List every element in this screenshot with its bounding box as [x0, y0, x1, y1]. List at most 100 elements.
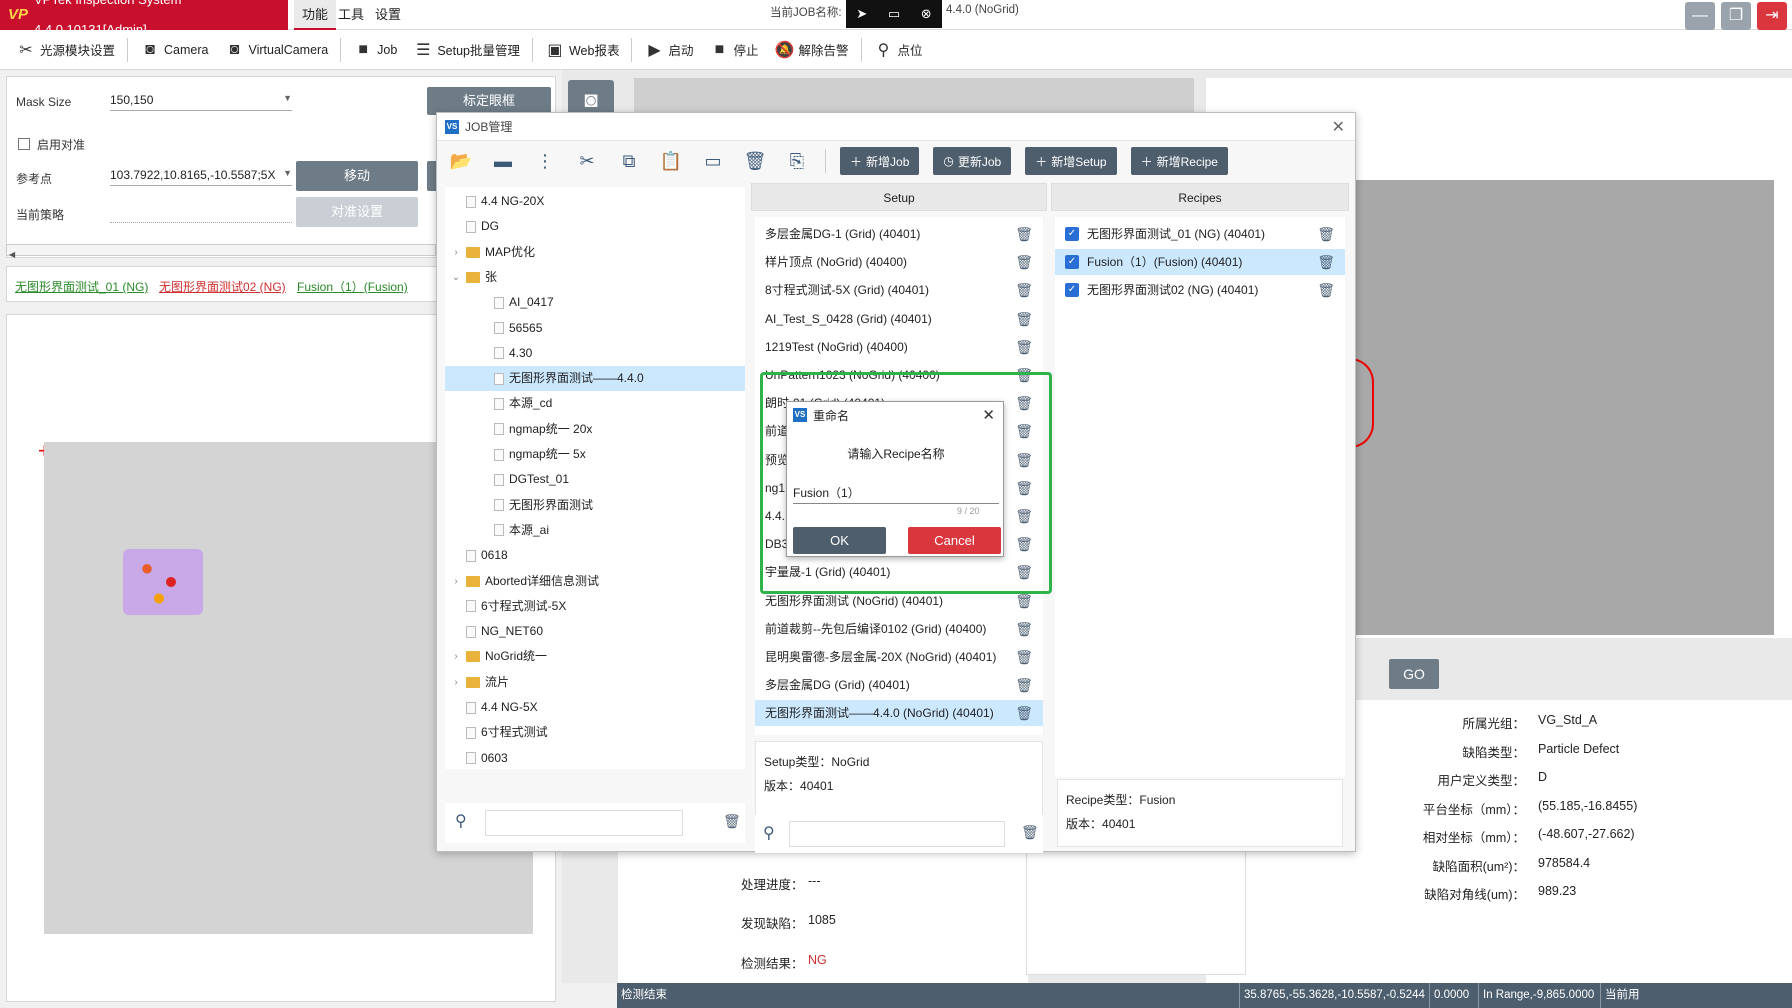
setup-row[interactable]: 8寸程式测试-5X (Grid) (40401) 🗑: [755, 277, 1043, 303]
align-settings-button[interactable]: 对准设置: [296, 197, 418, 227]
tree-node[interactable]: › 流片: [445, 670, 745, 695]
tree-node[interactable]: 4.4 NG-5X: [445, 695, 745, 720]
setup-row[interactable]: 样片顶点 (NoGrid) (40400) 🗑: [755, 249, 1043, 275]
menu-tools[interactable]: 工具: [330, 0, 372, 30]
tree-node[interactable]: › NoGrid统一: [445, 644, 745, 669]
tree-node[interactable]: 6寸程式测试-5X: [445, 594, 745, 619]
tree-node[interactable]: 0603: [445, 746, 745, 769]
delete-icon[interactable]: 🗑: [1015, 249, 1033, 275]
mask-size-select[interactable]: 150,150 ▼: [110, 93, 292, 111]
tree-search-input[interactable]: [485, 810, 683, 836]
setup-search-input[interactable]: [789, 821, 1005, 847]
search-icon[interactable]: ⚲: [763, 823, 775, 843]
update-job-button[interactable]: ◷ 更新Job: [933, 147, 1012, 175]
toolbar-light-module[interactable]: ✂ 光源模块设置: [8, 34, 123, 66]
tree-node[interactable]: NG_NET60: [445, 619, 745, 644]
tree-icon[interactable]: ⋮: [531, 147, 559, 175]
tree-node[interactable]: › Aborted详细信息测试: [445, 569, 745, 594]
delete-icon[interactable]: 🗑: [723, 813, 741, 830]
toolbar-stop[interactable]: ■ 停止: [701, 34, 766, 66]
tree-node[interactable]: 4.30: [445, 341, 745, 366]
setup-row[interactable]: 1219Test (NoGrid) (40400) 🗑: [755, 334, 1043, 360]
toolbar-start[interactable]: ▶ 启动: [636, 34, 701, 66]
delete-icon[interactable]: 🗑: [1317, 249, 1335, 275]
recipe-link-2[interactable]: 无图形界面测试02 (NG): [159, 278, 286, 295]
cancel-button[interactable]: Cancel: [908, 527, 1001, 554]
toolbar-setup-batch[interactable]: ☰ Setup批量管理: [405, 34, 528, 66]
setup-row[interactable]: 前道裁剪--先包后编译0102 (Grid) (40400) 🗑: [755, 616, 1043, 642]
horizontal-scrollbar[interactable]: ◀: [6, 244, 436, 259]
toolbar-location[interactable]: ⚲ 点位: [866, 34, 931, 66]
chevron-down-icon[interactable]: ⌄: [451, 265, 461, 290]
toolbar-web-report[interactable]: ▣ Web报表: [537, 34, 627, 66]
setup-row[interactable]: 多层金属DG (Grid) (40401) 🗑: [755, 672, 1043, 698]
new-setup-button[interactable]: ＋新增Setup: [1025, 147, 1117, 175]
delete-icon[interactable]: 🗑: [1015, 644, 1033, 670]
search-icon[interactable]: ⚲: [455, 811, 467, 831]
enable-align-checkbox[interactable]: [18, 138, 30, 150]
keyboard-icon[interactable]: ▭: [888, 6, 900, 22]
delete-icon[interactable]: 🗑: [1015, 306, 1033, 332]
setup-row[interactable]: 无图形界面测试——4.4.0 (NoGrid) (40401) 🗑: [755, 700, 1043, 727]
setup-row[interactable]: 多层金属DG-1 (Grid) (40401) 🗑: [755, 221, 1043, 247]
tree-node[interactable]: 56565: [445, 316, 745, 341]
ref-point-select[interactable]: 103.7922,10.8165,-10.5587;5X ▼: [110, 168, 292, 186]
move-button[interactable]: 移动: [296, 161, 418, 191]
tree-node[interactable]: › MAP优化: [445, 240, 745, 265]
toolbar-mute-alarm[interactable]: 🔕 解除告警: [767, 34, 857, 66]
toolbar-camera[interactable]: ◙ Camera: [132, 34, 216, 66]
delete-icon[interactable]: 🗑: [1015, 700, 1033, 726]
tree-node[interactable]: 无图形界面测试——4.4.0: [445, 366, 745, 392]
recipe-link-3[interactable]: Fusion（1）(Fusion): [297, 278, 408, 295]
close-remote-icon[interactable]: ⊗: [921, 6, 932, 22]
tree-node[interactable]: 0618: [445, 543, 745, 568]
paste-icon[interactable]: 📋: [657, 147, 685, 175]
chevron-right-icon[interactable]: ›: [451, 670, 461, 695]
delete-icon[interactable]: 🗑: [1317, 221, 1335, 247]
chevron-right-icon[interactable]: ›: [451, 569, 461, 594]
rename-icon[interactable]: ▭: [699, 147, 727, 175]
delete-icon[interactable]: 🗑: [1015, 616, 1033, 642]
delete-icon[interactable]: 🗑: [1015, 334, 1033, 360]
restore-button[interactable]: ❐: [1721, 2, 1751, 30]
remote-control-bar[interactable]: ➤ ▭ ⊗: [846, 0, 942, 28]
pointer-icon[interactable]: ➤: [856, 6, 867, 22]
tree-node[interactable]: DG: [445, 214, 745, 239]
delete-icon[interactable]: 🗑: [1015, 221, 1033, 247]
recipe-link-1[interactable]: 无图形界面测试_01 (NG): [15, 278, 148, 295]
tree-node[interactable]: ngmap统一 5x: [445, 442, 745, 467]
tree-node[interactable]: ngmap统一 20x: [445, 417, 745, 442]
chevron-right-icon[interactable]: ›: [451, 240, 461, 265]
defect-cluster[interactable]: [123, 549, 203, 615]
tree-node[interactable]: 4.4 NG-20X: [445, 189, 745, 214]
cut-icon[interactable]: ✂: [573, 147, 601, 175]
delete-icon[interactable]: 🗑: [1021, 824, 1039, 841]
delete-icon[interactable]: 🗑: [741, 147, 769, 175]
tree-node[interactable]: 6寸程式测试: [445, 720, 745, 745]
tree-node[interactable]: DGTest_01: [445, 467, 745, 492]
new-recipe-button[interactable]: ＋新增Recipe: [1130, 147, 1228, 175]
minimize-button[interactable]: —: [1685, 2, 1715, 30]
menu-settings[interactable]: 设置: [367, 0, 409, 30]
setup-row[interactable]: AI_Test_S_0428 (Grid) (40401) 🗑: [755, 306, 1043, 332]
recipe-checkbox[interactable]: ✓: [1065, 227, 1079, 241]
delete-icon[interactable]: 🗑: [1015, 672, 1033, 698]
go-button[interactable]: GO: [1389, 659, 1439, 689]
toolbar-job[interactable]: ■ Job: [345, 34, 405, 66]
tree-node[interactable]: 本源_ai: [445, 518, 745, 543]
ok-button[interactable]: OK: [793, 527, 886, 554]
new-job-button[interactable]: ＋新增Job: [840, 147, 920, 175]
setup-row[interactable]: 昆明奥雷德-多层金属-20X (NoGrid) (40401) 🗑: [755, 644, 1043, 670]
scroll-left-icon[interactable]: ◀: [7, 250, 15, 259]
strategy-field[interactable]: [110, 222, 292, 223]
recipe-name-input[interactable]: Fusion（1）: [793, 482, 999, 504]
toolbar-virtual-camera[interactable]: ◙ VirtualCamera: [216, 34, 336, 66]
close-icon[interactable]: ✕: [1332, 117, 1345, 137]
open-folder-icon[interactable]: 📂: [447, 147, 475, 175]
chevron-right-icon[interactable]: ›: [451, 644, 461, 669]
tree-node[interactable]: 本源_cd: [445, 391, 745, 416]
recipe-checkbox[interactable]: ✓: [1065, 255, 1079, 270]
tree-node[interactable]: 无图形界面测试: [445, 493, 745, 518]
delete-icon[interactable]: 🗑: [1015, 277, 1033, 303]
tree-node[interactable]: AI_0417: [445, 290, 745, 315]
